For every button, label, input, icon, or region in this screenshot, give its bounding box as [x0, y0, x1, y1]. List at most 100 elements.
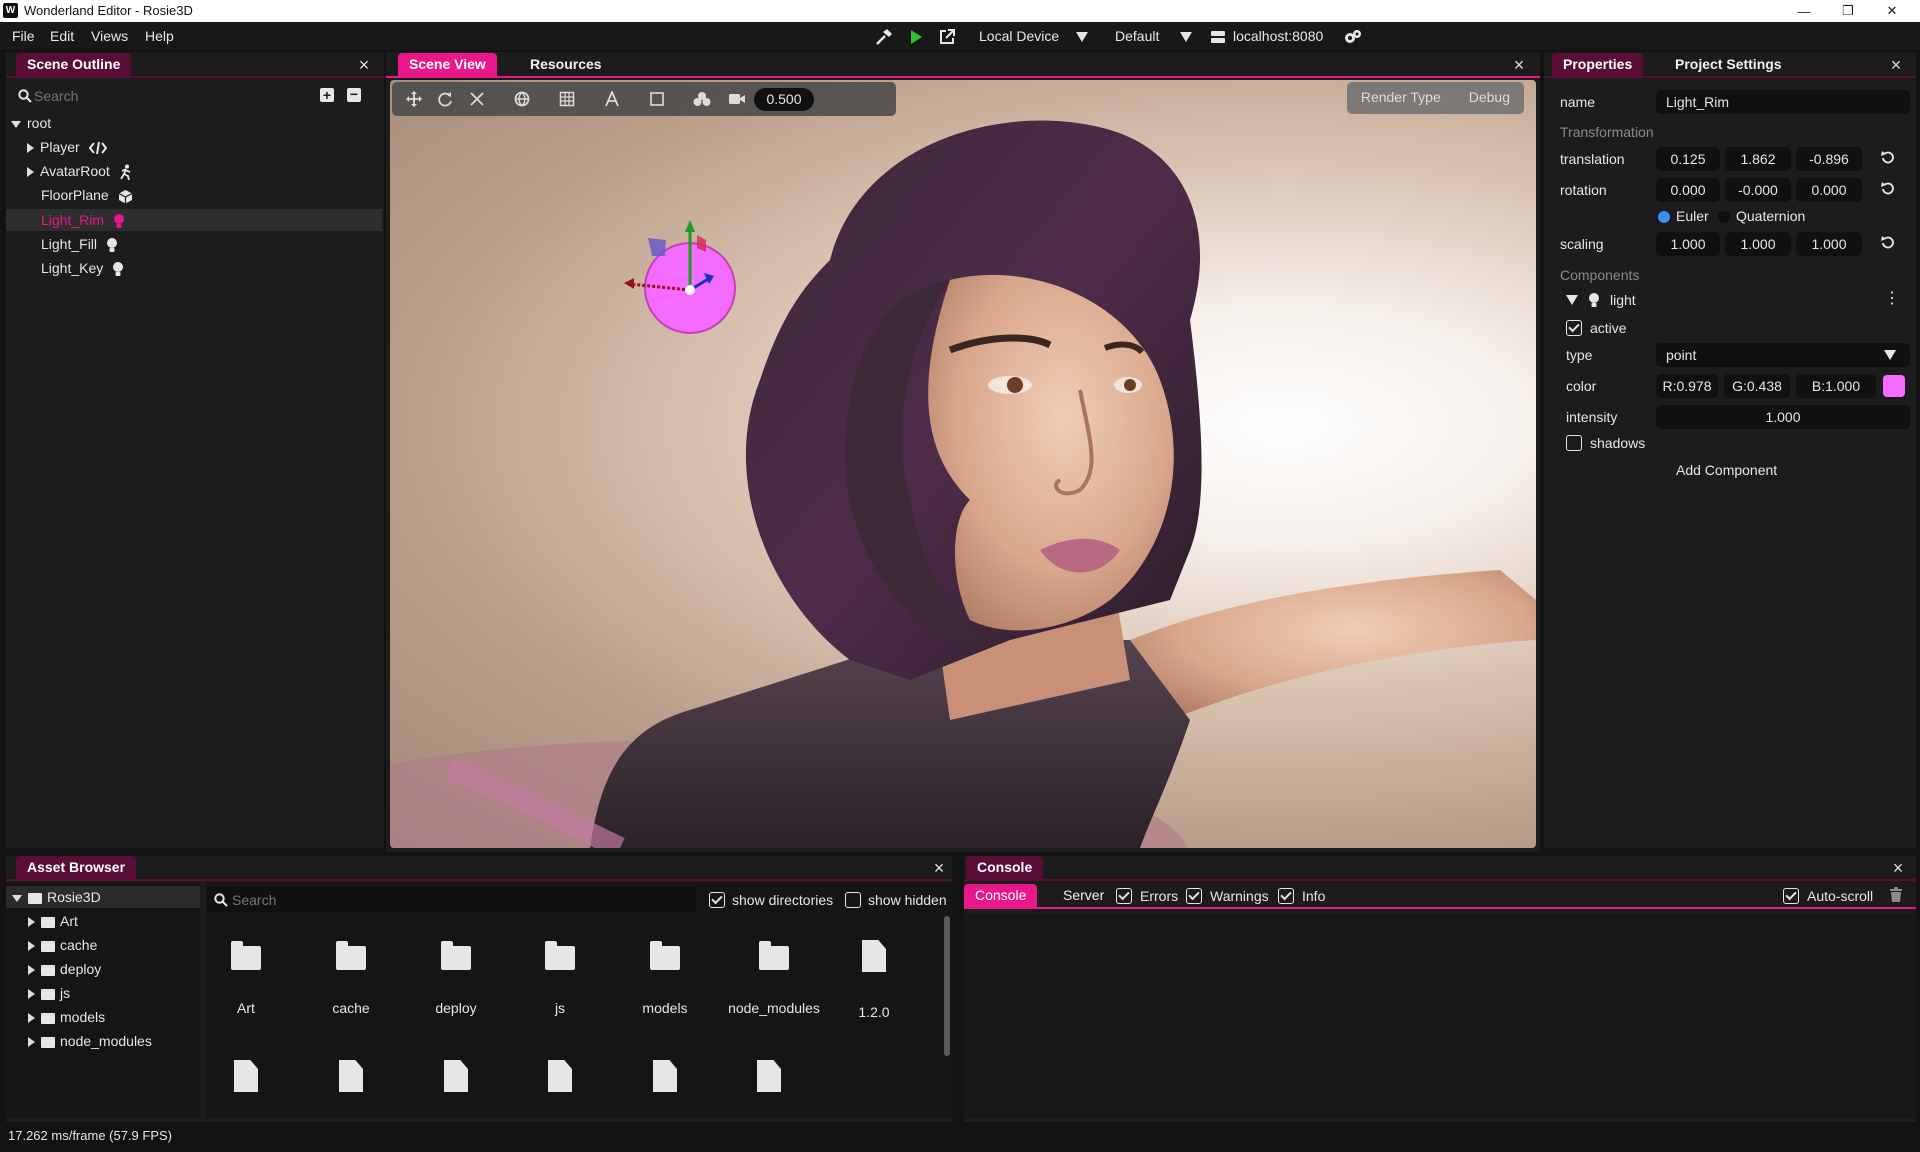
rotation-y-field[interactable]: -0.000 — [1725, 178, 1791, 202]
asset-item-file[interactable] — [206, 1060, 286, 1092]
collapse-icon[interactable] — [28, 989, 35, 1000]
device-dropdown-icon[interactable] — [1071, 26, 1093, 48]
euler-radio[interactable] — [1658, 211, 1670, 223]
trash-icon[interactable] — [1889, 887, 1903, 903]
bounds-icon[interactable] — [647, 89, 667, 109]
collapse-component-icon[interactable] — [1566, 295, 1578, 305]
expand-icon[interactable] — [12, 894, 22, 902]
color-g-field[interactable]: G:0.438 — [1724, 374, 1790, 398]
reset-scaling-icon[interactable] — [1880, 235, 1896, 251]
asset-item-file[interactable] — [520, 1060, 600, 1092]
tab-scene-view[interactable]: Scene View — [398, 53, 497, 76]
shapes-icon[interactable] — [692, 89, 712, 109]
close-properties-icon[interactable]: × — [1887, 56, 1905, 74]
name-input[interactable]: Light_Rim — [1656, 90, 1910, 114]
outline-search-input[interactable] — [34, 86, 304, 106]
asset-tree-item[interactable]: deploy — [28, 958, 101, 980]
collapse-icon[interactable] — [27, 167, 34, 178]
asset-tree-item[interactable]: Art — [28, 910, 78, 932]
tab-console-log[interactable]: Console — [964, 884, 1038, 907]
scaling-x-field[interactable]: 1.000 — [1656, 232, 1720, 256]
profile-select[interactable]: Default — [1115, 28, 1159, 44]
info-checkbox[interactable] — [1278, 888, 1294, 904]
asset-item-node-modules[interactable]: node_modules — [724, 941, 824, 1016]
close-console-icon[interactable]: × — [1889, 859, 1907, 877]
menu-help[interactable]: Help — [145, 28, 174, 44]
move-icon[interactable] — [404, 89, 424, 109]
asset-item-deploy[interactable]: deploy — [416, 941, 496, 1016]
reset-translation-icon[interactable] — [1880, 150, 1896, 166]
show-directories-checkbox[interactable] — [709, 892, 725, 908]
camera-icon[interactable] — [727, 89, 747, 109]
tree-item-root[interactable]: root — [11, 112, 51, 134]
asset-item-cache[interactable]: cache — [311, 941, 391, 1016]
reset-rotation-icon[interactable] — [1880, 181, 1896, 197]
scene-render[interactable] — [390, 80, 1536, 848]
scene-viewport[interactable]: 0.500 Render Type Debug — [390, 80, 1536, 848]
tree-item-light-rim[interactable]: Light_Rim — [41, 209, 125, 231]
asset-tree-item[interactable]: js — [28, 982, 70, 1004]
asset-item-file[interactable] — [625, 1060, 705, 1092]
tab-server-log[interactable]: Server — [1052, 884, 1115, 907]
color-r-field[interactable]: R:0.978 — [1656, 374, 1718, 398]
tab-asset-browser[interactable]: Asset Browser — [16, 856, 137, 879]
translation-y-field[interactable]: 1.862 — [1725, 147, 1791, 171]
menu-file[interactable]: File — [12, 28, 35, 44]
type-dropdown-icon[interactable] — [1884, 350, 1896, 360]
asset-tree-root[interactable]: Rosie3D — [12, 886, 101, 908]
text-annotation-icon[interactable] — [602, 89, 622, 109]
asset-tree-item[interactable]: cache — [28, 934, 97, 956]
debug-button[interactable]: Debug — [1455, 82, 1524, 114]
tree-item-player[interactable]: Player — [27, 136, 107, 158]
remove-object-icon[interactable]: − — [347, 87, 361, 102]
errors-checkbox[interactable] — [1116, 888, 1132, 904]
render-type-button[interactable]: Render Type — [1347, 82, 1455, 114]
tab-project-settings[interactable]: Project Settings — [1664, 53, 1793, 76]
server-address[interactable]: localhost:8080 — [1233, 28, 1323, 44]
asset-item-art[interactable]: Art — [206, 941, 286, 1016]
grid-icon[interactable] — [557, 89, 577, 109]
collapse-icon[interactable] — [28, 1037, 35, 1048]
console-output[interactable] — [964, 914, 1916, 1118]
minimize-icon[interactable]: — — [1782, 0, 1826, 22]
menu-views[interactable]: Views — [91, 28, 128, 44]
tree-item-light-key[interactable]: Light_Key — [41, 257, 124, 279]
rotation-x-field[interactable]: 0.000 — [1656, 178, 1720, 202]
scaling-z-field[interactable]: 1.000 — [1796, 232, 1862, 256]
hammer-icon[interactable] — [873, 26, 895, 48]
tab-resources[interactable]: Resources — [519, 53, 613, 76]
scaling-y-field[interactable]: 1.000 — [1725, 232, 1791, 256]
autoscroll-checkbox[interactable] — [1783, 888, 1799, 904]
shadows-checkbox[interactable] — [1566, 435, 1582, 451]
add-object-icon[interactable]: + — [320, 88, 334, 102]
add-component-button[interactable]: Add Component — [1676, 462, 1777, 478]
asset-item-file[interactable] — [311, 1060, 391, 1092]
collapse-icon[interactable] — [27, 143, 34, 154]
open-external-icon[interactable] — [936, 26, 958, 48]
asset-item-file[interactable] — [416, 1060, 496, 1092]
device-select[interactable]: Local Device — [979, 28, 1059, 44]
tab-scene-outline[interactable]: Scene Outline — [16, 53, 132, 76]
rotation-z-field[interactable]: 0.000 — [1796, 178, 1862, 202]
settings-gears-icon[interactable] — [1342, 26, 1364, 48]
asset-item-1-2-0[interactable]: 1.2.0 — [834, 940, 914, 1020]
component-menu-icon[interactable]: ⋮ — [1884, 290, 1900, 308]
rotate-icon[interactable] — [435, 89, 455, 109]
show-hidden-checkbox[interactable] — [845, 892, 861, 908]
asset-tree-item[interactable]: node_modules — [28, 1030, 152, 1052]
quaternion-radio[interactable] — [1718, 211, 1730, 223]
close-scene-outline-icon[interactable]: × — [355, 56, 373, 74]
tree-item-avatarroot[interactable]: AvatarRoot — [27, 160, 133, 182]
camera-speed-field[interactable]: 0.500 — [754, 88, 814, 111]
asset-search-input[interactable] — [232, 890, 672, 910]
profile-dropdown-icon[interactable] — [1175, 26, 1197, 48]
asset-tree-item[interactable]: models — [28, 1006, 105, 1028]
asset-item-js[interactable]: js — [520, 941, 600, 1016]
color-swatch[interactable] — [1883, 375, 1905, 397]
close-scene-view-icon[interactable]: × — [1510, 56, 1528, 74]
tab-properties[interactable]: Properties — [1552, 53, 1644, 76]
asset-item-file[interactable] — [729, 1060, 809, 1092]
close-asset-browser-icon[interactable]: × — [930, 859, 948, 877]
expand-icon[interactable] — [11, 120, 21, 128]
close-window-icon[interactable]: ✕ — [1870, 0, 1914, 22]
